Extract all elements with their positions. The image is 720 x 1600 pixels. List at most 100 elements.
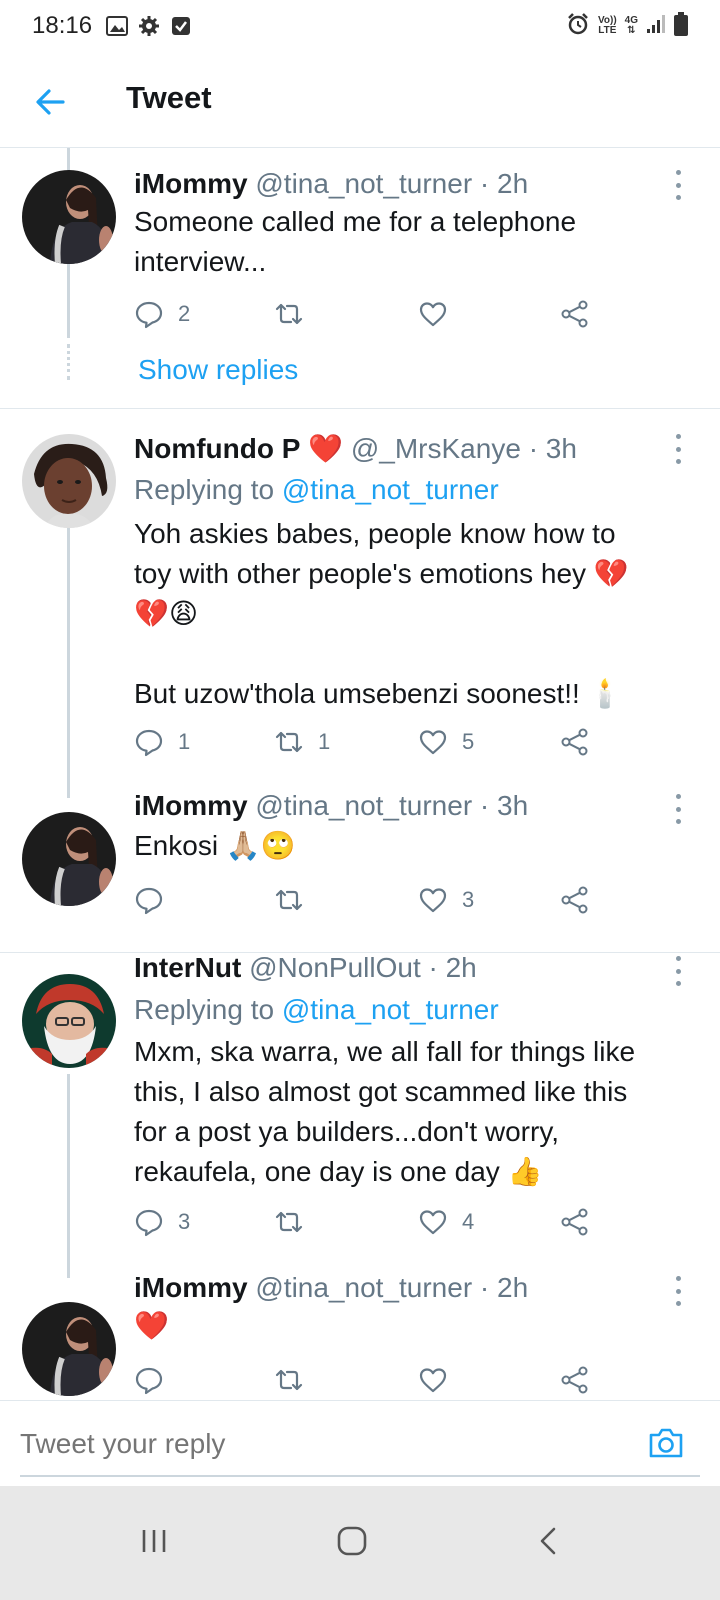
reply-count: 2 <box>178 301 191 326</box>
user-name[interactable]: Nomfundo P <box>134 433 300 464</box>
like-count: 4 <box>462 1209 475 1234</box>
reply-button[interactable]: 3 <box>134 1202 190 1242</box>
tweet-text: Someone called me for a telephone interv… <box>134 206 577 277</box>
reply-button[interactable]: 2 <box>134 294 190 334</box>
tweet-text: ❤️ <box>134 1310 169 1341</box>
more-options-button[interactable] <box>670 434 686 464</box>
tweet[interactable]: Nomfundo P ❤️ @_MrsKanye · 3h Replying t… <box>0 412 720 792</box>
tweet-text: Enkosi 🙏🏼🙄 <box>134 830 296 861</box>
tweet-actions: 3 4 <box>134 1202 614 1242</box>
avatar[interactable] <box>22 1302 116 1396</box>
image-icon <box>106 15 129 37</box>
recent-apps-button[interactable] <box>124 1516 184 1566</box>
retweet-icon <box>275 1211 303 1233</box>
tweet[interactable]: iMommy @tina_not_turner · 3h Enkosi 🙏🏼🙄 … <box>0 790 720 930</box>
user-handle[interactable]: @tina_not_turner <box>255 168 472 199</box>
share-button[interactable] <box>560 722 590 762</box>
user-name[interactable]: InterNut <box>134 952 241 983</box>
alarm-icon <box>566 12 590 41</box>
reply-underline <box>20 1475 700 1477</box>
tweet-actions: 3 <box>134 880 614 920</box>
reply-button[interactable] <box>134 1360 178 1400</box>
divider <box>0 408 720 409</box>
share-button[interactable] <box>560 1360 590 1400</box>
share-button[interactable] <box>560 880 590 920</box>
retweet-button[interactable] <box>274 880 318 920</box>
home-icon <box>337 1526 367 1556</box>
user-handle[interactable]: @tina_not_turner <box>255 1272 472 1303</box>
like-button[interactable]: 4 <box>418 1202 474 1242</box>
reply-icon <box>135 1367 163 1395</box>
like-count: 3 <box>462 887 475 912</box>
camera-button[interactable] <box>646 1423 686 1463</box>
retweet-button[interactable] <box>274 294 318 334</box>
reply-input[interactable] <box>20 1419 620 1469</box>
back-nav-button[interactable] <box>518 1516 578 1566</box>
user-name[interactable]: iMommy <box>134 790 248 821</box>
arrow-left-icon <box>36 89 65 115</box>
user-name[interactable]: iMommy <box>134 1272 248 1303</box>
checkbox-icon <box>170 15 192 37</box>
heart-icon <box>419 302 447 327</box>
more-options-button[interactable] <box>670 170 686 200</box>
reply-button[interactable]: 1 <box>134 722 190 762</box>
reply-button[interactable] <box>134 880 178 920</box>
tweet-time: · 3h <box>479 790 529 821</box>
share-icon <box>561 300 588 328</box>
heart-icon <box>419 888 447 913</box>
tweet-actions: 1 1 5 <box>134 722 614 762</box>
retweet-icon <box>275 731 303 753</box>
tweet[interactable]: iMommy @tina_not_turner · 2h ❤️ <box>0 1270 720 1400</box>
tweet-header: InterNut @NonPullOut · 2h <box>134 952 477 984</box>
back-button[interactable] <box>30 82 70 122</box>
retweet-count: 1 <box>318 729 331 754</box>
replying-label: Replying to <box>134 994 275 1025</box>
retweet-button[interactable] <box>274 1202 318 1242</box>
reply-composer <box>0 1400 720 1486</box>
replying-to-link[interactable]: @tina_not_turner <box>282 994 499 1025</box>
avatar[interactable] <box>22 812 116 906</box>
volte-icon: Vo)) LTE <box>597 15 617 36</box>
user-handle[interactable]: @NonPullOut <box>249 952 421 983</box>
like-button[interactable] <box>418 1360 462 1400</box>
avatar[interactable] <box>22 170 116 264</box>
tweet[interactable]: InterNut @NonPullOut · 2h Replying to @t… <box>0 952 720 1272</box>
replying-to-link[interactable]: @tina_not_turner <box>282 474 499 505</box>
signal-icon <box>646 14 666 39</box>
status-time: 18:16 <box>32 12 93 39</box>
tweet-time: · 2h <box>428 952 477 983</box>
user-name[interactable]: iMommy <box>134 168 248 199</box>
more-options-button[interactable] <box>670 956 686 986</box>
more-options-button[interactable] <box>670 794 686 824</box>
4g-icon: 4G ⇅ <box>624 15 638 36</box>
tweet-header: iMommy @tina_not_turner · 3h <box>134 790 528 822</box>
share-button[interactable] <box>560 294 590 334</box>
more-options-button[interactable] <box>670 1276 686 1306</box>
tweet-time: · 2h <box>479 168 529 199</box>
show-replies-link[interactable]: Show replies <box>138 354 298 386</box>
like-button[interactable]: 3 <box>418 880 474 920</box>
recent-apps-icon <box>142 1530 166 1552</box>
retweet-button[interactable] <box>274 1360 318 1400</box>
user-handle[interactable]: @_MrsKanye <box>351 433 521 464</box>
camera-icon <box>649 1428 683 1458</box>
tweet-actions: 2 <box>134 294 614 334</box>
retweet-icon <box>275 889 303 911</box>
retweet-icon <box>275 303 303 325</box>
home-button[interactable] <box>322 1516 382 1566</box>
reply-count: 3 <box>178 1209 191 1234</box>
user-handle[interactable]: @tina_not_turner <box>255 790 472 821</box>
avatar[interactable] <box>22 974 116 1068</box>
like-button[interactable] <box>418 294 462 334</box>
retweet-button[interactable]: 1 <box>274 722 330 762</box>
settings-icon <box>138 15 160 37</box>
status-indicators: Vo)) LTE 4G ⇅ <box>566 11 688 41</box>
share-button[interactable] <box>560 1202 590 1242</box>
status-bar: 18:16 Vo)) LTE 4G ⇅ <box>0 0 720 52</box>
heart-icon <box>419 1210 447 1235</box>
avatar[interactable] <box>22 434 116 528</box>
replying-to: Replying to @tina_not_turner <box>134 474 499 506</box>
like-button[interactable]: 5 <box>418 722 474 762</box>
tweet[interactable]: iMommy @tina_not_turner · 2h Someone cal… <box>0 148 720 408</box>
share-icon <box>561 728 588 756</box>
